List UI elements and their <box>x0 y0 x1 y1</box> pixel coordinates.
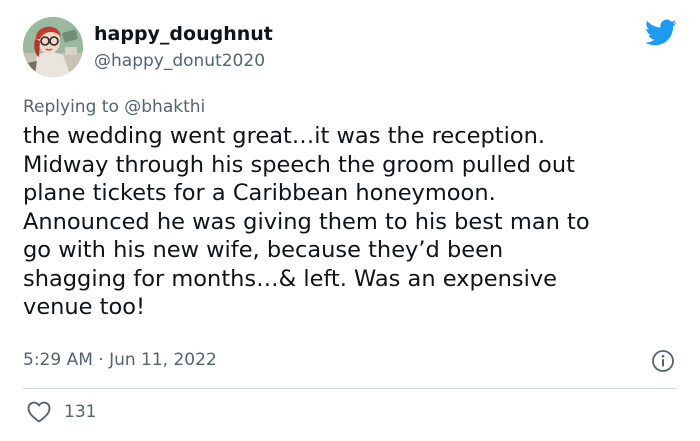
avatar-illustration-icon <box>23 17 83 77</box>
display-name[interactable]: happy_doughnut <box>94 22 273 46</box>
timestamp[interactable]: 5:29 AM · Jun 11, 2022 <box>23 349 217 371</box>
like-count: 131 <box>64 402 97 422</box>
tweet-text: the wedding went great…it was the recept… <box>23 122 693 322</box>
tweet-text-line: venue too! <box>23 294 146 320</box>
heart-icon[interactable] <box>27 401 51 423</box>
replying-to: Replying to @bhakthi <box>23 96 205 118</box>
tweet-card: happy_doughnut @happy_donut2020 Replying… <box>0 0 700 441</box>
tweet-text-line: shagging for months…& left. Was an expen… <box>23 265 558 292</box>
tweet-text-line: plane tickets for a Caribbean honeymoon. <box>23 180 496 206</box>
tweet-text-line: go with his new wife, because they’d bee… <box>23 237 504 263</box>
twitter-bird-icon[interactable] <box>645 19 677 47</box>
divider <box>23 388 677 389</box>
tweet-text-line: Announced he was giving them to his best… <box>23 208 590 235</box>
replying-to-label: Replying to <box>23 97 119 117</box>
info-icon[interactable] <box>651 349 675 373</box>
mention-link[interactable]: @bhakthi <box>124 97 205 117</box>
tweet-text-line: the wedding went great…it was the recept… <box>23 123 546 149</box>
tweet-text-line: Midway through his speech the groom pull… <box>23 151 575 178</box>
avatar[interactable] <box>23 17 83 77</box>
user-handle[interactable]: @happy_donut2020 <box>94 50 265 72</box>
